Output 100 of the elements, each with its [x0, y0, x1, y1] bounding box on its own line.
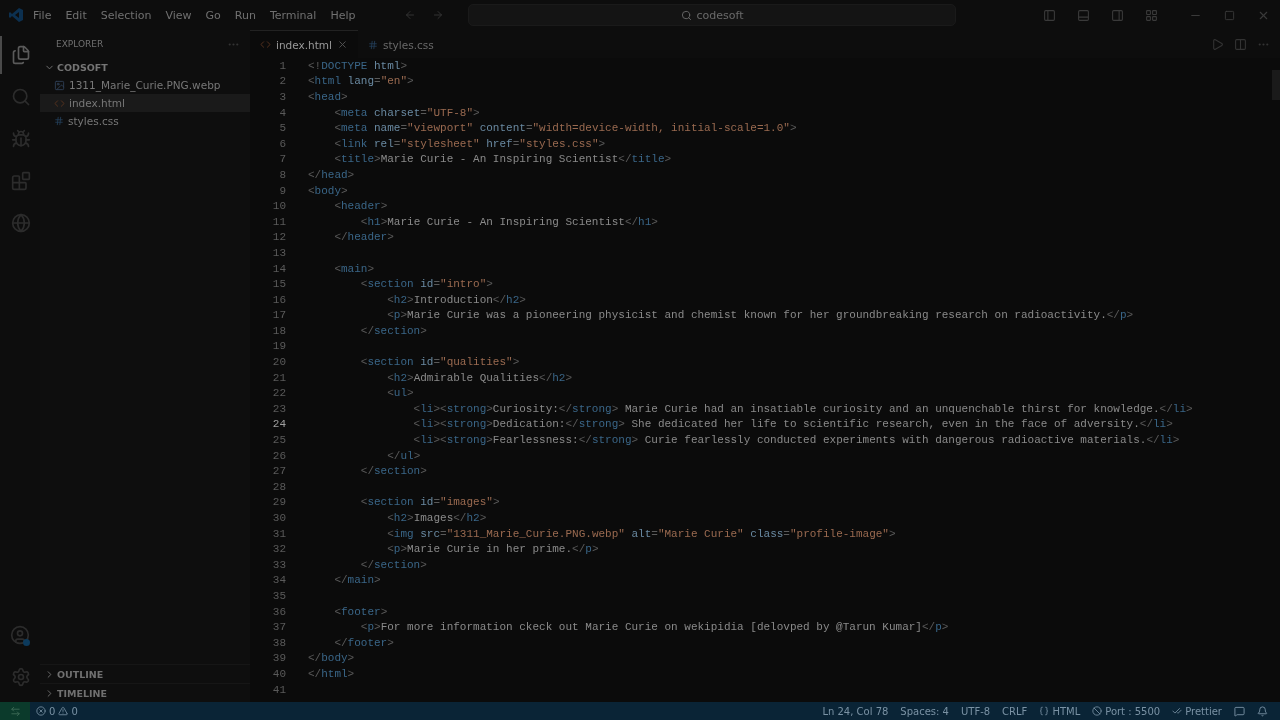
status-item[interactable]: UTF-8 [954, 705, 997, 717]
menu-item[interactable]: Terminal [264, 6, 322, 24]
line-number: 18 [271, 324, 286, 337]
line-number: 41 [271, 683, 286, 696]
line-number: 35 [271, 590, 286, 602]
code-line: <section id="qualities"> [359, 356, 520, 369]
code-icon [260, 39, 271, 50]
code-line: <meta name="viewport" content="width=device-width, initial-scale=1.0"> [333, 122, 797, 135]
search-icon [681, 9, 693, 21]
line-number: 2 [278, 75, 286, 88]
line-number: 19 [271, 340, 286, 353]
explorer-entry[interactable]: 1311_Marie_Curie.PNG.webp [40, 76, 250, 94]
line-number: 40 [271, 667, 286, 680]
forward-arrow-icon[interactable] [432, 9, 445, 21]
double-check-icon [1172, 706, 1183, 716]
menu-item[interactable]: Go [200, 6, 226, 24]
code-line: </section> [359, 558, 427, 571]
line-number: 32 [271, 543, 286, 556]
braces-icon [1039, 706, 1050, 716]
line-number: 5 [278, 122, 286, 135]
code-line: <head> [308, 91, 348, 103]
folder-item[interactable]: CODSOFT [40, 58, 250, 76]
code-line: </ul> [386, 449, 421, 462]
menu-item[interactable]: Edit [60, 6, 92, 24]
line-number: 34 [271, 574, 286, 587]
image-file-icon [54, 79, 65, 91]
code-line: </head> [308, 168, 355, 181]
line-number: 22 [271, 387, 286, 400]
line-number: 30 [271, 512, 286, 524]
menu-item[interactable]: View [160, 6, 197, 24]
line-number: 14 [271, 262, 286, 275]
split-icon[interactable] [1234, 37, 1247, 51]
close-icon[interactable] [337, 39, 348, 50]
problems-indicator[interactable]: 0 0 [30, 705, 84, 717]
code-line: <title>Marie Curie - An Inspiring Scientist</title> [333, 153, 672, 166]
code-line: </body> [308, 652, 355, 665]
hash-icon [368, 39, 378, 50]
line-number: 39 [271, 652, 286, 665]
code-line: <header> [333, 200, 388, 213]
code-line: <h2>Admirable Qualities</h2> [386, 371, 573, 384]
status-item[interactable]: Port : 5500 [1086, 705, 1167, 717]
hash-icon [54, 116, 64, 126]
line-number: 31 [271, 527, 286, 540]
status-item[interactable]: Ln 24, Col 78 [816, 705, 895, 717]
play-icon[interactable] [1211, 37, 1224, 51]
code-line: <p>Marie Curie in her prime.</p> [386, 543, 599, 556]
code-line: </section> [359, 465, 427, 478]
line-number: 23 [271, 402, 286, 415]
code-line: <li><strong>Fearlessness:</strong> Curie fearlessly conducted experiments with dangerous radioactive materials.</li> [412, 434, 1180, 447]
menu-item[interactable]: File [28, 6, 57, 24]
line-number: 36 [271, 605, 286, 618]
explorer-entry[interactable]: index.html [40, 94, 250, 112]
code-line: </main> [333, 574, 381, 587]
line-number: 28 [271, 480, 286, 493]
line-number: 17 [271, 309, 286, 322]
status-item[interactable]: CRLF [996, 705, 1034, 717]
menu-item[interactable]: Help [325, 6, 361, 24]
section-title: OUTLINE [57, 668, 104, 680]
code-line: </header> [333, 231, 394, 244]
line-number: 13 [271, 246, 286, 259]
status-item[interactable]: Prettier [1166, 705, 1228, 717]
code-line: <meta charset="UTF-8"> [333, 106, 480, 119]
line-number: 16 [271, 293, 286, 306]
line-number: 38 [271, 636, 286, 649]
line-number: 29 [271, 496, 286, 509]
code-line: <p>Marie Curie was a pioneering physicist and chemist known for her groundbreaking research on radioactivity.</p> [386, 309, 1134, 322]
code-line: <main> [333, 262, 375, 275]
remote-icon[interactable] [0, 702, 30, 720]
code-line: <footer> [333, 605, 388, 618]
line-number: 15 [271, 278, 286, 291]
code-line: <section id="images"> [359, 496, 500, 509]
line-number: 8 [278, 168, 286, 181]
line-number: 24 [271, 418, 286, 431]
section-title: TIMELINE [57, 687, 107, 699]
line-number: 7 [278, 153, 286, 166]
back-arrow-icon[interactable] [404, 9, 417, 21]
explorer-entry[interactable]: styles.css [40, 112, 250, 130]
code-line: <body> [308, 184, 348, 197]
line-number: 3 [278, 91, 286, 103]
menu-item[interactable]: Selection [95, 6, 157, 24]
code-line: <li><strong>Dedication:</strong> She dedicated her life to scientific research, even in the face of adversity.</li> [412, 418, 1173, 431]
line-number: 4 [278, 106, 286, 119]
line-number: 20 [271, 356, 286, 369]
code-line: <link rel="stylesheet" href="styles.css"> [333, 137, 606, 150]
code-icon [54, 97, 65, 109]
line-number: 11 [271, 215, 286, 228]
menu-item[interactable]: Run [229, 6, 261, 24]
section-header[interactable]: OUTLINE [40, 664, 250, 683]
folder-name: CODSOFT [57, 61, 108, 73]
code-line: <h2>Images</h2> [386, 512, 487, 524]
line-number: 10 [271, 200, 286, 213]
line-number: 33 [271, 558, 286, 571]
status-item[interactable]: HTML [1033, 705, 1087, 717]
code-line: <!DOCTYPE html> [308, 59, 408, 72]
code-line: </section> [359, 324, 427, 337]
sidebar-title: EXPLORER [56, 39, 104, 49]
search-field[interactable]: codesoft [468, 4, 957, 26]
line-number: 9 [278, 184, 286, 197]
status-item[interactable]: Spaces: 4 [894, 705, 955, 717]
code-line: <html lang="en"> [308, 75, 414, 88]
